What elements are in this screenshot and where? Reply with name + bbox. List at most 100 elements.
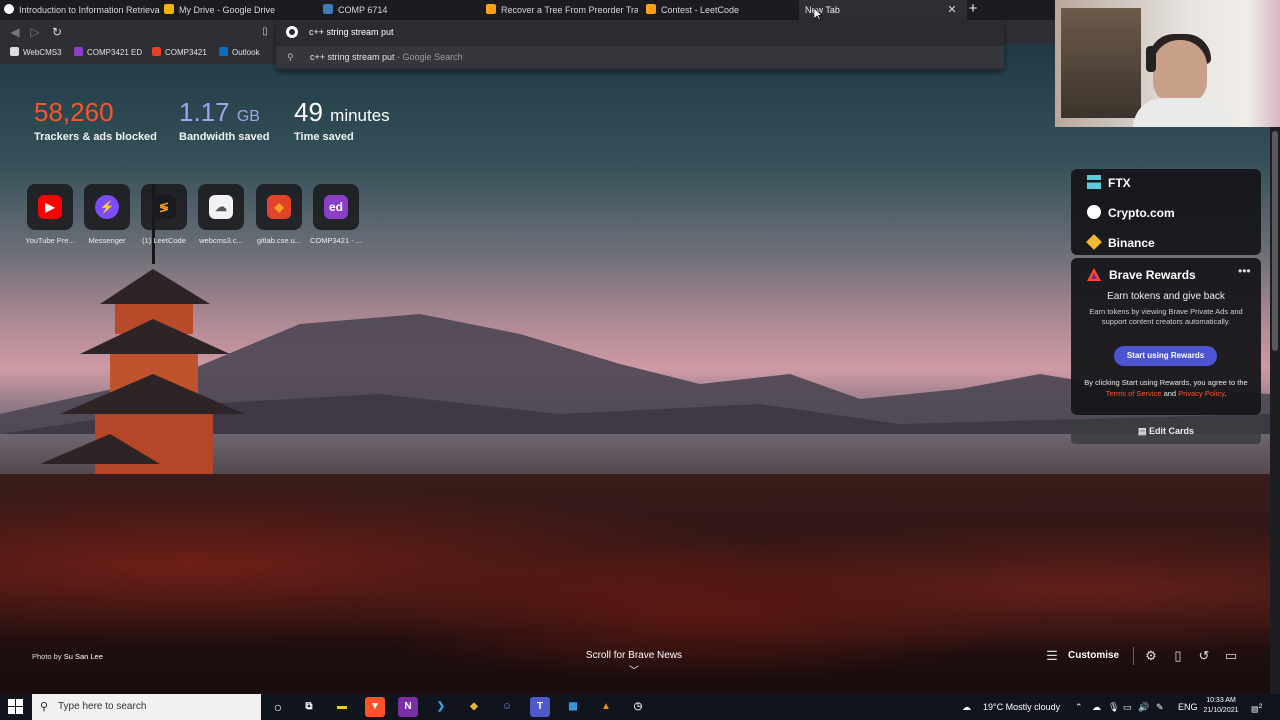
tab-leetcode-contest[interactable]: Contest - LeetCode xyxy=(646,0,796,20)
back-arrow-icon[interactable]: ◀ xyxy=(8,24,22,40)
scroll-for-news[interactable]: Scroll for Brave News xyxy=(560,649,708,662)
notification-count: 2 xyxy=(1258,703,1263,710)
top-site-label: COMP3421 - ... xyxy=(309,236,363,245)
edit-cards-label: Edit Cards xyxy=(1149,426,1195,436)
tab-title: COMP 6714 xyxy=(338,5,388,15)
weather-text[interactable]: 19°C Mostly cloudy xyxy=(983,700,1060,714)
tab-comp6714[interactable]: COMP 6714 xyxy=(323,0,479,20)
cortana-icon[interactable]: ○ xyxy=(268,697,288,717)
tab-leetcode-recover-tree[interactable]: Recover a Tree From Preorder Travers... xyxy=(486,0,638,20)
brave-talk-icon[interactable]: ▭ xyxy=(1223,648,1239,664)
rewards-title: Brave Rewards xyxy=(1109,268,1196,282)
gitlab-icon: ◆ xyxy=(267,195,291,219)
bookmark-label: COMP3421 xyxy=(165,48,207,57)
suggestion-text: c++ string stream put - Google Search xyxy=(310,50,463,64)
close-tab-icon[interactable]: ✕ xyxy=(946,3,958,17)
search-icon: ⚲ xyxy=(287,52,294,62)
messenger-icon: ⚡ xyxy=(95,195,119,219)
file-explorer-icon[interactable]: ▬ xyxy=(332,697,352,717)
start-rewards-button[interactable]: Start using Rewards xyxy=(1114,346,1217,366)
gitkraken-icon[interactable]: ◆ xyxy=(464,697,484,717)
network-icon[interactable]: ▭ xyxy=(1123,700,1132,714)
terms-of-service-link[interactable]: Terms of Service xyxy=(1106,389,1162,398)
forward-arrow-icon[interactable]: ▷ xyxy=(28,24,42,40)
top-site-leetcode[interactable]: ≶ xyxy=(141,184,187,230)
page-scrollbar[interactable] xyxy=(1270,127,1280,694)
history-icon[interactable]: ↺ xyxy=(1196,648,1212,664)
language-indicator[interactable]: ENG xyxy=(1178,700,1198,714)
taskbar-clock[interactable]: 10:33 AM 21/10/2021 xyxy=(1198,696,1244,716)
microphone-icon[interactable]: 🎙 xyxy=(1108,700,1119,714)
crypto-com-label: Crypto.com xyxy=(1108,206,1175,220)
top-site-webcms3[interactable]: ☁ xyxy=(198,184,244,230)
weather-icon[interactable]: ☁ xyxy=(962,700,971,714)
tab-new-tab[interactable]: New Tab xyxy=(799,0,967,20)
top-site-youtube[interactable]: ▶ xyxy=(27,184,73,230)
top-site-messenger[interactable]: ⚡ xyxy=(84,184,130,230)
binance-label: Binance xyxy=(1108,236,1155,250)
calendar-icon[interactable]: ▦ xyxy=(563,697,583,717)
bookmark-label: COMP3421 ED xyxy=(87,48,143,57)
notifications-icon[interactable]: ▤2 xyxy=(1251,700,1262,717)
bandwidth-unit: GB xyxy=(236,108,260,125)
edit-cards-button[interactable]: ▤ Edit Cards xyxy=(1071,419,1261,444)
taskbar-search-box[interactable]: ⚲ Type here to search xyxy=(32,694,261,720)
top-site-comp3421[interactable]: ed xyxy=(313,184,359,230)
binance-widget[interactable]: Binance xyxy=(1086,233,1155,253)
google-search-icon xyxy=(286,26,298,38)
bookmarks-icon[interactable]: ▯ xyxy=(1170,648,1186,664)
person-body xyxy=(1133,98,1233,127)
volume-icon[interactable]: 🔊 xyxy=(1138,700,1149,714)
new-tab-plus-icon[interactable]: + xyxy=(966,1,980,17)
suggestion-engine: - Google Search xyxy=(394,52,463,62)
privacy-policy-link[interactable]: Privacy Policy xyxy=(1178,389,1224,398)
bookmark-comp3421-ed[interactable]: COMP3421 ED xyxy=(74,44,142,62)
search-suggestion[interactable]: ⚲ c++ string stream put - Google Search xyxy=(276,46,1004,68)
bookmark-outlook[interactable]: Outlook xyxy=(219,44,260,62)
clock-app-icon[interactable]: ◷ xyxy=(628,697,648,717)
bookmark-page-icon[interactable]: ▯ xyxy=(259,25,271,39)
pen-icon[interactable]: ✎ xyxy=(1156,700,1164,714)
tab-google-drive[interactable]: My Drive - Google Drive xyxy=(164,0,320,20)
discord-icon[interactable]: ☺ xyxy=(497,697,517,717)
reload-icon[interactable]: ↻ xyxy=(50,24,64,40)
windows-start-icon[interactable] xyxy=(8,699,24,715)
terms-text: By clicking Start using Rewards, you agr… xyxy=(1084,378,1248,387)
top-site-gitlab[interactable]: ◆ xyxy=(256,184,302,230)
more-options-icon[interactable]: ••• xyxy=(1238,264,1251,278)
photo-credit-author[interactable]: Su San Lee xyxy=(64,652,103,661)
search-icon: ⚲ xyxy=(40,701,49,713)
bookmark-label: Outlook xyxy=(232,48,260,57)
youtube-icon: ▶ xyxy=(38,195,62,219)
top-site-label: Messenger xyxy=(88,236,126,245)
time-number: 49 xyxy=(294,97,323,127)
tab-intro-ir[interactable]: Introduction to Information Retrieval xyxy=(4,0,160,20)
cloud-icon[interactable]: ☁ xyxy=(1092,700,1101,714)
vlc-icon[interactable]: ▲ xyxy=(596,697,616,717)
chevron-down-icon[interactable]: ﹀ xyxy=(626,665,642,679)
bookmark-comp3421[interactable]: COMP3421 xyxy=(152,44,207,62)
photo-credit-prefix: Photo by xyxy=(32,652,62,661)
terms-suffix: . xyxy=(1224,389,1227,398)
binance-icon xyxy=(1086,234,1102,250)
show-hidden-icons-icon[interactable]: ⌃ xyxy=(1075,700,1083,714)
ftx-widget[interactable]: FTX xyxy=(1087,173,1131,193)
address-bar-input[interactable]: c++ string stream put xyxy=(309,25,909,39)
settings-gear-icon[interactable]: ⚙ xyxy=(1143,648,1159,664)
brave-browser-icon[interactable]: ▼ xyxy=(365,697,385,717)
bookmark-webcms3[interactable]: WebCMS3 xyxy=(10,44,62,62)
piazza-icon xyxy=(323,4,333,14)
rewards-terms: By clicking Start using Rewards, you agr… xyxy=(1081,377,1251,399)
onenote-icon[interactable]: N xyxy=(398,697,418,717)
vscode-icon[interactable]: ❯ xyxy=(431,697,451,717)
teams-icon[interactable]: T xyxy=(530,697,550,717)
scrollbar-thumb[interactable] xyxy=(1272,131,1278,351)
webcam-overlay xyxy=(1055,0,1280,127)
sliders-icon[interactable]: ☰ xyxy=(1044,648,1060,664)
generic-page-icon xyxy=(4,4,14,14)
crypto-com-widget[interactable]: Crypto.com xyxy=(1087,203,1175,223)
ftx-label: FTX xyxy=(1108,176,1131,190)
task-view-icon[interactable]: ⧉ xyxy=(299,697,319,717)
tab-title: Introduction to Information Retrieval xyxy=(19,5,160,15)
customise-button[interactable]: Customise xyxy=(1068,648,1119,664)
